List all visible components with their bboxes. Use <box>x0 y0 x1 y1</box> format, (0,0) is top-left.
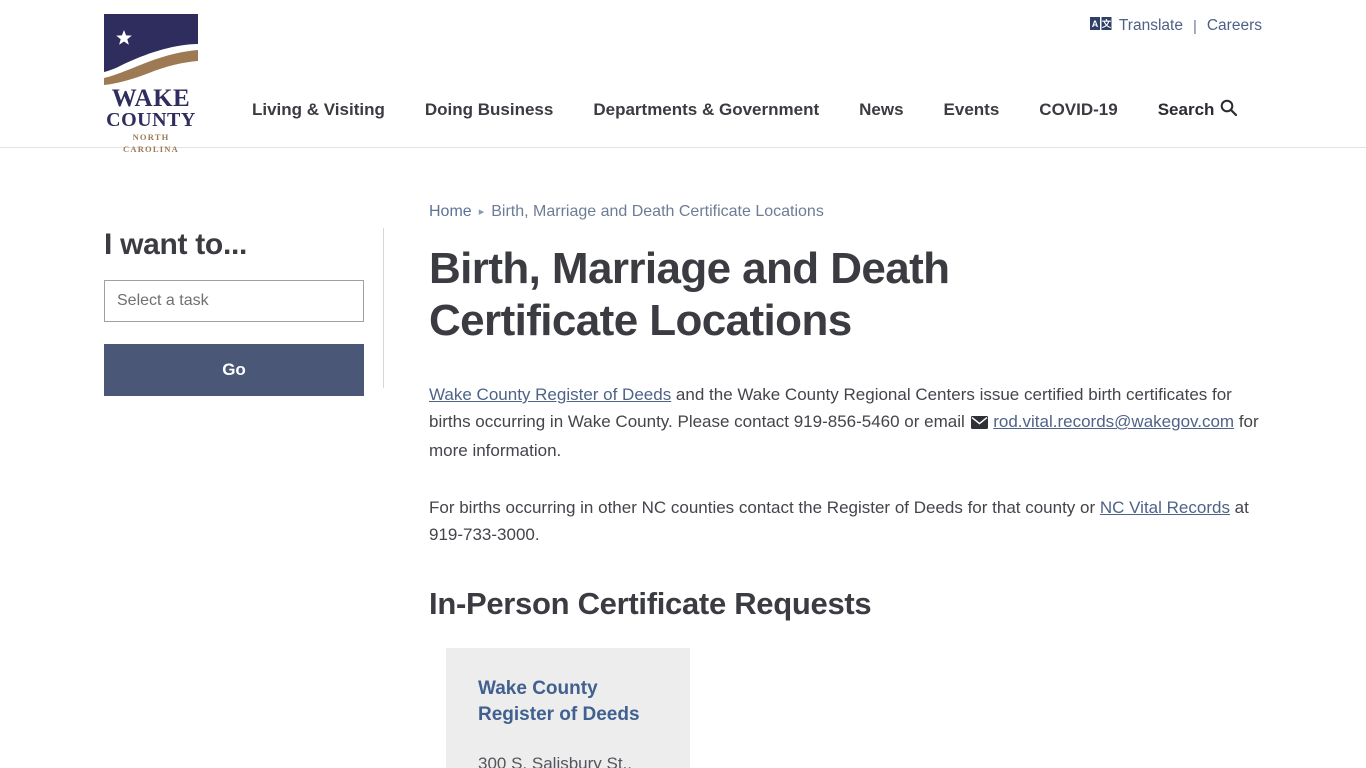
translate-icon: A 文 <box>1089 17 1112 35</box>
page-body: I want to... Select a task Go Home ▸ Bir… <box>0 148 1366 768</box>
careers-link[interactable]: Careers <box>1207 17 1262 35</box>
other-counties-text-1: For births occurring in other NC countie… <box>429 498 1100 517</box>
nav-item-search[interactable]: Search <box>1158 99 1238 121</box>
register-of-deeds-link[interactable]: Wake County Register of Deeds <box>429 385 671 404</box>
utility-bar: A 文 Translate | Careers <box>1089 17 1262 35</box>
svg-text:文: 文 <box>1101 18 1112 29</box>
main-navigation: Living & Visiting Doing Business Departm… <box>252 99 1238 121</box>
breadcrumb: Home ▸ Birth, Marriage and Death Certifi… <box>429 203 1259 221</box>
site-header: WAKE COUNTY NORTH CAROLINA A 文 Translate… <box>0 0 1366 154</box>
location-card[interactable]: Wake County Register of Deeds 300 S. Sal… <box>446 648 690 768</box>
email-link[interactable]: rod.vital.records@wakegov.com <box>993 412 1234 431</box>
nc-vital-records-link[interactable]: NC Vital Records <box>1100 498 1230 517</box>
location-card-address: 300 S. Salisbury St., Suite 1700 <box>478 754 633 768</box>
intro-paragraph: Wake County Register of Deeds and the Wa… <box>429 381 1259 464</box>
utility-separator: | <box>1192 17 1197 35</box>
wake-county-logo[interactable]: WAKE COUNTY NORTH CAROLINA <box>104 14 198 154</box>
go-button[interactable]: Go <box>104 344 364 396</box>
wake-county-logo-mark <box>104 14 198 86</box>
other-counties-paragraph: For births occurring in other NC countie… <box>429 494 1259 548</box>
page-title: Birth, Marriage and Death Certificate Lo… <box>429 244 950 345</box>
breadcrumb-current: Birth, Marriage and Death Certificate Lo… <box>491 203 824 220</box>
location-card-title: Wake County Register of Deeds <box>478 678 640 725</box>
nav-search-label: Search <box>1157 100 1215 119</box>
logo-line-county: COUNTY <box>106 109 196 131</box>
breadcrumb-home-link[interactable]: Home <box>429 203 472 221</box>
section-title-in-person: In-Person Certificate Requests <box>429 586 872 621</box>
search-icon <box>1220 99 1238 121</box>
nav-item-living-visiting[interactable]: Living & Visiting <box>252 100 385 120</box>
nav-item-events[interactable]: Events <box>944 100 1000 120</box>
breadcrumb-separator-icon: ▸ <box>478 205 485 218</box>
logo-line-wake: WAKE <box>111 85 191 112</box>
translate-label: Translate <box>1118 17 1183 34</box>
nav-item-covid-19[interactable]: COVID-19 <box>1039 100 1117 120</box>
envelope-icon <box>970 410 988 437</box>
svg-text:A: A <box>1092 19 1099 29</box>
sidebar: I want to... Select a task Go <box>104 228 384 396</box>
translate-link[interactable]: A 文 Translate <box>1089 17 1183 35</box>
nav-item-news[interactable]: News <box>859 100 903 120</box>
nav-item-departments-government[interactable]: Departments & Government <box>593 100 819 120</box>
nav-item-doing-business[interactable]: Doing Business <box>425 100 553 120</box>
i-want-to-title: I want to... <box>104 228 248 261</box>
task-select[interactable]: Select a task <box>104 280 364 322</box>
main-content: Home ▸ Birth, Marriage and Death Certifi… <box>429 203 1259 768</box>
